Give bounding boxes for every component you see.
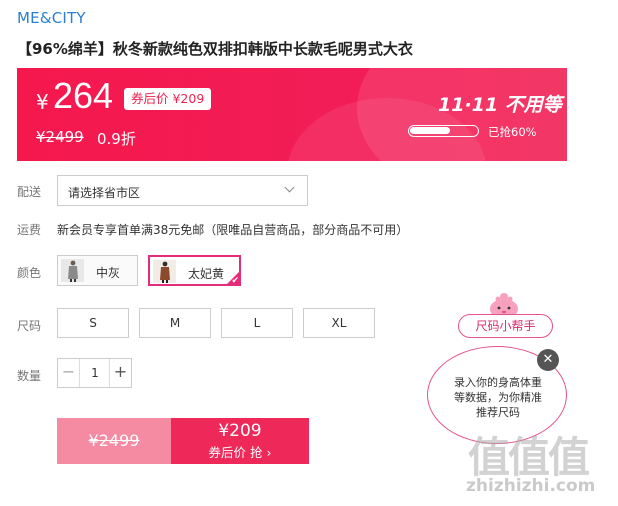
coupon-price-tag: 券后价 ¥209 — [124, 88, 212, 110]
sale-progress-label: 已抢60% — [488, 125, 537, 139]
coupon-buy-button[interactable]: ¥209 券后价 抢 › — [171, 418, 309, 464]
color-label: 颜色 — [17, 266, 42, 280]
discount-rate: 0.9折 — [97, 130, 136, 148]
shipping-label: 运费 — [17, 223, 42, 237]
decrement-button[interactable]: − — [58, 359, 80, 387]
coat-thumbnail-toffee-icon — [153, 260, 176, 283]
watermark-url: zhizhizhi.com — [466, 476, 596, 496]
size-option-s[interactable]: S — [57, 308, 129, 338]
size-label: 尺码 — [17, 319, 42, 333]
chevron-down-icon — [284, 182, 295, 193]
region-select[interactable]: 请选择省市区 — [57, 175, 308, 206]
brand-name[interactable]: ME&CITY — [17, 9, 86, 27]
current-price: 264 — [53, 75, 114, 116]
size-option-l[interactable]: L — [221, 308, 293, 338]
coupon-buy-price: ¥209 — [218, 421, 262, 441]
color-option-toffee[interactable]: 太妃黄 ✔ — [148, 255, 241, 286]
currency-symbol: ¥ — [36, 90, 49, 114]
sale-progress-bar — [408, 125, 479, 137]
color-option-label: 太妃黄 — [188, 267, 225, 281]
price-banner: ¥ 264 券后价 ¥209 ¥2499 0.9折 11·11 不用等 已抢60… — [17, 68, 567, 161]
color-option-label: 中灰 — [96, 266, 121, 280]
check-icon: ✔ — [231, 276, 239, 286]
region-select-value: 请选择省市区 — [68, 186, 141, 200]
watermark: 值值值 zhizhizhi.com — [466, 424, 595, 496]
increment-button[interactable]: + — [109, 359, 131, 387]
shipping-info: 新会员专享首单满38元免邮（限唯品自营商品，部分商品不可用） — [57, 223, 409, 237]
original-price-button[interactable]: ¥2499 — [57, 418, 171, 464]
product-title: 【96%绵羊】秋冬新款纯色双排扣韩版中长款毛呢男式大衣 — [17, 40, 413, 58]
size-option-m[interactable]: M — [139, 308, 211, 338]
size-helper-button[interactable]: 尺码小帮手 — [458, 314, 553, 338]
original-price: ¥2499 — [36, 128, 84, 146]
delivery-label: 配送 — [17, 185, 42, 199]
color-option-gray[interactable]: 中灰 — [57, 255, 138, 286]
size-helper-tip-text: 录入你的身高体重等数据，为你精准推荐尺码 — [454, 376, 542, 419]
coupon-buy-label: 券后价 抢 › — [208, 445, 272, 460]
size-option-xl[interactable]: XL — [303, 308, 375, 338]
close-icon[interactable]: ✕ — [537, 349, 559, 371]
quantity-value[interactable]: 1 — [80, 359, 110, 387]
coat-thumbnail-gray-icon — [61, 259, 84, 282]
sale-progress-fill — [410, 127, 450, 134]
quantity-stepper: − 1 + — [57, 358, 132, 388]
event-title: 11·11 不用等 — [438, 94, 562, 116]
quantity-label: 数量 — [17, 369, 42, 383]
